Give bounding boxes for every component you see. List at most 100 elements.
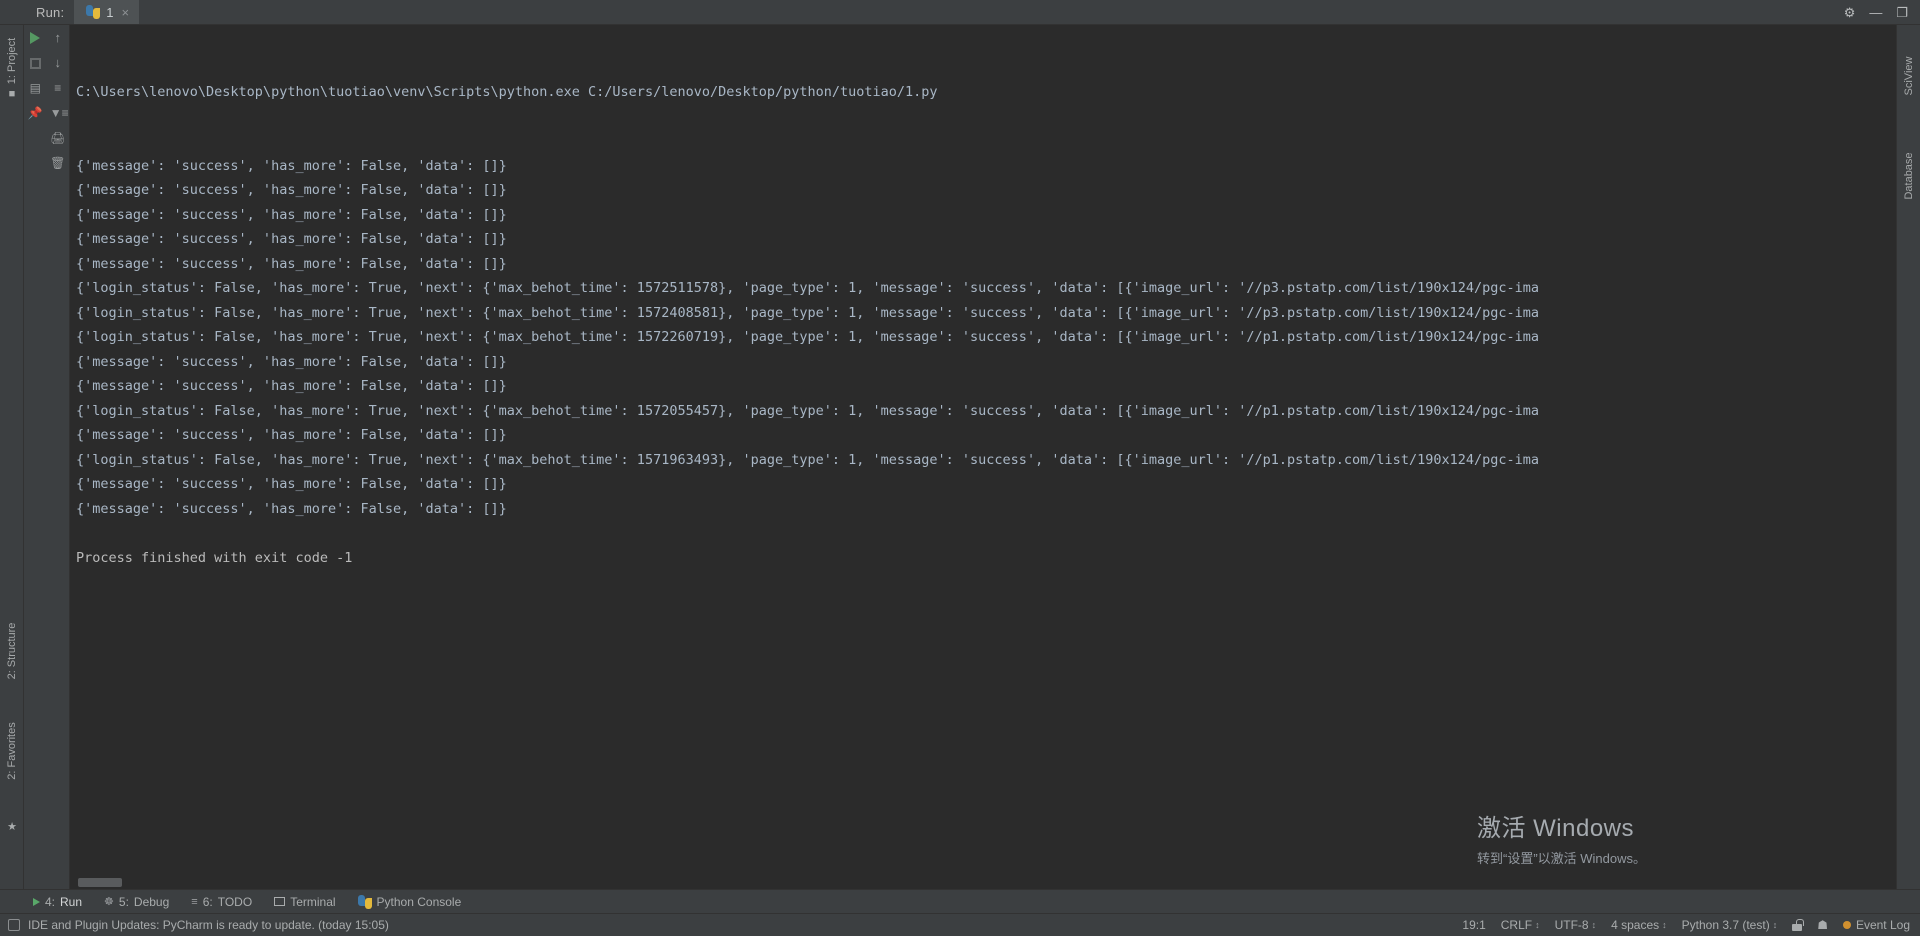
console-panel[interactable]: C:\Users\lenovo\Desktop\python\tuotiao\v… [70, 25, 1896, 889]
folder-icon[interactable]: ■ [5, 87, 19, 101]
soft-wrap-icon[interactable]: ≡ [50, 80, 66, 96]
line-separator[interactable]: CRLF ↕ [1501, 918, 1540, 932]
tab-run[interactable]: 4: Run [22, 890, 93, 914]
tab-debug[interactable]: ☸ 5: Debug [93, 890, 180, 914]
chevron-updown-icon: ↕ [1535, 919, 1540, 930]
indent-setting[interactable]: 4 spaces ↕ [1611, 918, 1667, 932]
tab-terminal[interactable]: Terminal [263, 890, 346, 914]
scroll-up-icon[interactable]: ↑ [50, 30, 66, 46]
tab-label: TODO [217, 894, 253, 909]
header-spacer [139, 0, 1844, 24]
console-line: {'message': 'success', 'has_more': False… [76, 378, 507, 394]
gear-icon[interactable]: ⚙ [1844, 0, 1856, 25]
lock-icon[interactable] [1792, 919, 1805, 931]
tab-python-console[interactable]: Python Console [347, 890, 473, 914]
header-left-strip [0, 0, 24, 24]
line-separator-label: CRLF [1500, 918, 1533, 932]
status-bar: IDE and Plugin Updates: PyCharm is ready… [0, 913, 1920, 936]
console-line: {'message': 'success', 'has_more': False… [76, 255, 507, 272]
pycharm-window: Run: 1 × ⚙ — ❐ 1: Project ■ 2: Structure… [0, 0, 1920, 936]
scroll-to-end-icon[interactable]: ▼≡ [50, 105, 69, 121]
rerun-icon[interactable] [27, 30, 43, 46]
console-line: {'message': 'success', 'has_more': False… [76, 353, 507, 370]
console-line: {'message': 'success', 'has_more': False… [76, 500, 507, 517]
console-line: {'login_status': False, 'has_more': True… [76, 329, 1539, 345]
console-line: {'message': 'success', 'has_more': False… [76, 476, 507, 492]
sidebar-item-project[interactable]: 1: Project [6, 38, 18, 84]
run-toolwindow-title: Run: [36, 5, 65, 20]
python-icon [86, 5, 101, 19]
run-actions-col-2: ↑ ↓ ≡ ▼≡ 🖨 🗑 [47, 25, 70, 889]
run-actions-gutter: ▤ 📌 ↑ ↓ ≡ ▼≡ 🖨 🗑 [24, 25, 70, 889]
interpreter-label: Python 3.7 (test) [1681, 918, 1770, 932]
tab-shortcut-number: 6: [202, 894, 213, 909]
debug-icon: ☸ [104, 896, 114, 908]
console-line: {'message': 'success', 'has_more': False… [76, 182, 507, 198]
star-icon[interactable]: ★ [5, 820, 19, 834]
tab-label: Python Console [376, 894, 462, 909]
chevron-updown-icon: ↕ [1591, 919, 1597, 930]
close-icon[interactable]: × [122, 5, 130, 20]
console-output[interactable]: C:\Users\lenovo\Desktop\python\tuotiao\v… [70, 25, 1883, 876]
sidebar-item-database[interactable]: Database [1903, 152, 1915, 199]
tab-label: Run [60, 894, 83, 909]
console-line: {'login_status': False, 'has_more': True… [76, 451, 1539, 468]
notification-icon[interactable] [8, 919, 20, 931]
clear-all-icon[interactable]: 🗑 [50, 155, 66, 171]
console-line: Process finished with exit code -1 [76, 549, 353, 566]
event-log-button[interactable]: Event Log [1842, 918, 1910, 932]
indent-label: 4 spaces [1611, 918, 1660, 932]
maximize-icon[interactable]: ❐ [1896, 0, 1908, 25]
sidebar-item-structure[interactable]: 2: Structure [6, 623, 18, 680]
tab-label: Debug [133, 894, 170, 909]
file-encoding-label: UTF-8 [1554, 918, 1589, 932]
status-right-group: 19:1 CRLF ↕ UTF-8 ↕ 4 spaces ↕ Python 3.… [1462, 918, 1920, 932]
caret-position[interactable]: 19:1 [1462, 918, 1485, 932]
status-message[interactable]: IDE and Plugin Updates: PyCharm is ready… [28, 918, 389, 932]
horizontal-scroll-thumb[interactable] [78, 878, 122, 887]
console-line: {'login_status': False, 'has_more': True… [76, 402, 1539, 419]
pin-icon[interactable]: 📌 [27, 105, 43, 121]
console-line: {'login_status': False, 'has_more': True… [76, 280, 1539, 296]
print-icon[interactable]: 🖨 [50, 130, 66, 146]
hector-icon[interactable]: ☗ [1817, 918, 1828, 932]
status-message-group[interactable]: IDE and Plugin Updates: PyCharm is ready… [0, 918, 389, 932]
tab-shortcut-number: 4: [45, 894, 56, 909]
run-actions-col-1: ▤ 📌 [24, 25, 47, 889]
window-controls: ⚙ — ❐ [1844, 0, 1920, 24]
chevron-updown-icon: ↕ [1772, 919, 1778, 930]
python-interpreter[interactable]: Python 3.7 (test) ↕ [1682, 918, 1778, 932]
left-tool-rail: 1: Project ■ 2: Structure 2: Favorites ★ [0, 25, 24, 889]
stop-icon[interactable] [27, 55, 43, 71]
console-line: {'message': 'success', 'has_more': False… [76, 427, 507, 443]
tab-label: Terminal [290, 894, 336, 909]
chevron-updown-icon: ↕ [1662, 919, 1667, 930]
run-icon [33, 897, 40, 906]
tab-shortcut-number: 5: [118, 894, 129, 909]
minimize-icon[interactable]: — [1869, 0, 1882, 25]
event-log-badge-icon [1842, 921, 1851, 929]
python-icon [357, 894, 372, 909]
sidebar-item-sciview[interactable]: SciView [1903, 57, 1915, 96]
console-command-line: C:\Users\lenovo\Desktop\python\tuotiao\v… [76, 84, 938, 100]
layout-icon[interactable]: ▤ [27, 80, 43, 96]
tool-window-tabs: 4: Run ☸ 5: Debug ≡ 6: TODO Terminal Python Conso… [0, 889, 1920, 913]
event-log-label: Event Log [1855, 918, 1910, 932]
console-line: {'message': 'success', 'has_more': False… [76, 157, 507, 174]
console-horizontal-scrollbar[interactable] [70, 876, 1883, 889]
sidebar-item-favorites[interactable]: 2: Favorites [6, 722, 18, 779]
console-line: {'login_status': False, 'has_more': True… [76, 304, 1539, 321]
console-line: {'message': 'success', 'has_more': False… [76, 206, 507, 223]
caret-position-label: 19:1 [1462, 918, 1486, 932]
terminal-icon [274, 897, 286, 906]
run-tab-label: 1 [106, 4, 114, 20]
console-vertical-scrollbar[interactable] [1870, 25, 1883, 889]
main-area: 1: Project ■ 2: Structure 2: Favorites ★… [0, 25, 1920, 889]
run-configuration-tab[interactable]: 1 × [74, 0, 140, 24]
tab-todo[interactable]: ≡ 6: TODO [180, 890, 263, 914]
file-encoding[interactable]: UTF-8 ↕ [1555, 918, 1597, 932]
right-tool-rail: SciView Database [1896, 25, 1920, 889]
scroll-down-icon[interactable]: ↓ [50, 55, 66, 71]
console-lines: {'message': 'success', 'has_more': False… [76, 154, 1883, 571]
